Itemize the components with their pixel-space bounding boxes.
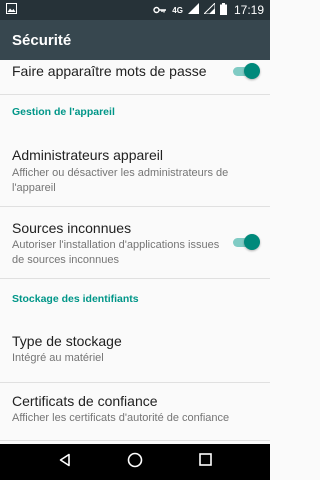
- status-bar: 4G 17:19: [0, 0, 270, 20]
- device-admins-title: Administrateurs appareil: [12, 147, 163, 163]
- unknown-sources-summary: Autoriser l'installation d'applications …: [12, 239, 220, 266]
- back-button[interactable]: [50, 447, 80, 477]
- unknown-sources-setting[interactable]: Sources inconnues Autoriser l'installati…: [0, 207, 270, 277]
- key-icon: [153, 3, 167, 17]
- home-button[interactable]: [120, 447, 150, 477]
- battery-icon: [219, 2, 227, 18]
- unknown-sources-title: Sources inconnues: [12, 220, 132, 236]
- credentials-section-header: Stockage des identifiants: [12, 293, 139, 305]
- show-passwords-title: Faire apparaître mots de passe: [12, 63, 207, 79]
- show-passwords-setting[interactable]: Faire apparaître mots de passe: [0, 60, 270, 94]
- recents-button[interactable]: [190, 447, 220, 477]
- storage-type-title: Type de stockage: [12, 333, 122, 349]
- settings-list[interactable]: Faire apparaître mots de passe Gestion d…: [0, 60, 270, 444]
- device-admins-summary: Afficher ou désactiver les administrateu…: [12, 167, 229, 194]
- home-icon: [127, 452, 143, 473]
- trusted-credentials-setting[interactable]: Certificats de confiance Afficher les ce…: [0, 383, 270, 439]
- device-admin-section-header: Gestion de l'appareil: [12, 106, 115, 118]
- trusted-credentials-summary: Afficher les certificats d'autorité de c…: [12, 412, 230, 424]
- page-title: Sécurité: [12, 31, 72, 49]
- signal-4g-icon: [202, 1, 216, 17]
- show-passwords-switch[interactable]: [231, 63, 260, 79]
- network-type: 4G: [172, 5, 183, 15]
- storage-type-summary: Intégré au matériel: [12, 352, 104, 364]
- trusted-credentials-title: Certificats de confiance: [12, 393, 158, 409]
- divider: [0, 278, 270, 279]
- signal-icon: [187, 3, 199, 17]
- unknown-sources-switch[interactable]: [231, 234, 260, 250]
- back-icon: [58, 453, 72, 472]
- device-admins-setting[interactable]: Administrateurs appareil Afficher ou dés…: [0, 136, 270, 206]
- recents-icon: [198, 453, 212, 471]
- clock: 17:19: [233, 3, 264, 17]
- navigation-bar: [0, 444, 270, 480]
- storage-type-setting[interactable]: Type de stockage Intégré au matériel: [0, 323, 270, 383]
- divider: [0, 94, 270, 95]
- image-icon: [6, 3, 17, 17]
- app-bar: Sécurité: [0, 20, 270, 60]
- divider: [0, 440, 270, 441]
